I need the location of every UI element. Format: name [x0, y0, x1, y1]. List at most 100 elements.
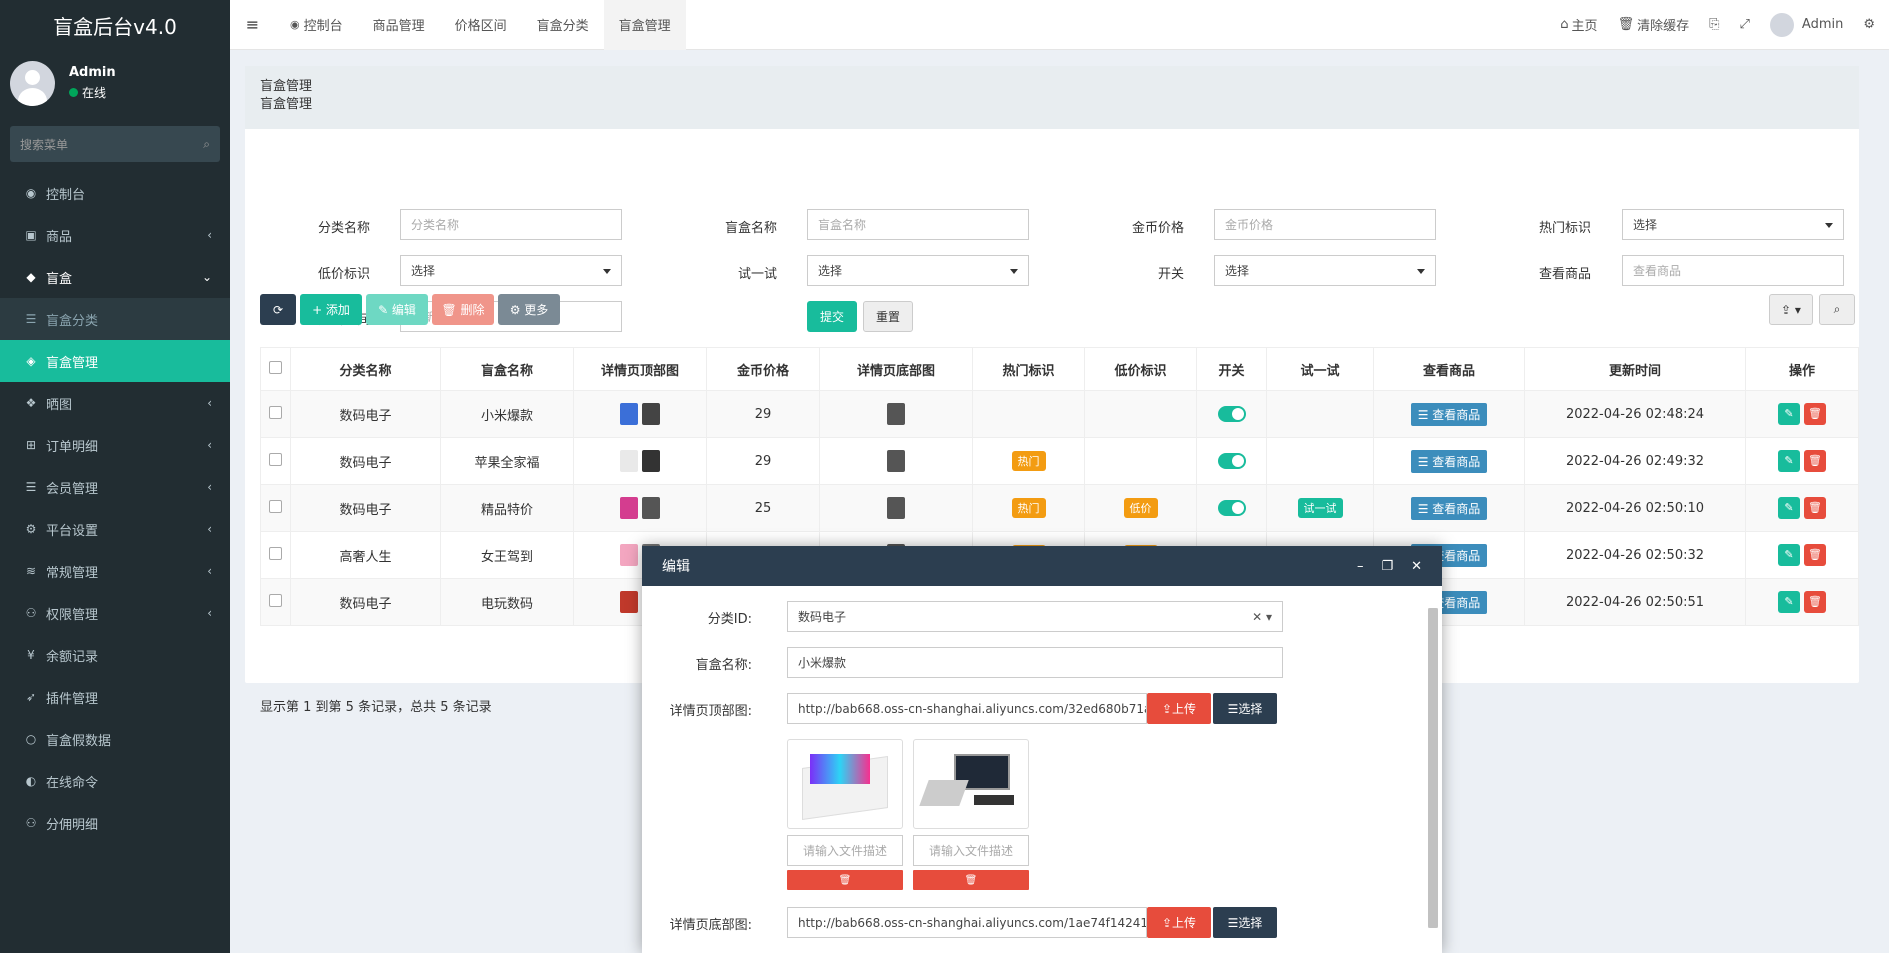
column-header[interactable]: 查看商品	[1373, 347, 1525, 391]
add-button[interactable]: + 添加	[300, 294, 362, 325]
cell-bottom-image[interactable]	[819, 390, 973, 438]
column-header[interactable]: 盲盒名称	[440, 347, 574, 391]
sidebar-item-15[interactable]: ⚇ 分佣明细	[0, 802, 230, 844]
low-price-select[interactable]: 选择	[400, 255, 622, 286]
more-button[interactable]: ⚙ 更多	[498, 294, 560, 325]
upload-top-button[interactable]: ⇪ 上传	[1147, 693, 1211, 724]
sidebar-item-0[interactable]: ◉ 控制台	[0, 172, 230, 214]
user-menu[interactable]: Admin	[1760, 12, 1853, 37]
clear-cache-button[interactable]: 🗑 清除缓存	[1608, 15, 1700, 34]
search-icon[interactable]: ⌕	[203, 137, 210, 152]
tab-box-manage[interactable]: 盲盒管理	[603, 0, 686, 50]
preview-image-2[interactable]	[913, 739, 1029, 829]
export-button[interactable]: ⇪ ▾	[1769, 294, 1813, 325]
edit-row-button[interactable]: ✎	[1778, 497, 1800, 519]
thumbnail-image[interactable]	[620, 450, 638, 472]
view-goods-button[interactable]: ☰ 查看商品	[1410, 496, 1488, 520]
sidebar-item-3[interactable]: ☰ 盲盒分类	[0, 298, 230, 340]
cell-top-image[interactable]	[573, 437, 707, 485]
sidebar-item-8[interactable]: ⚙ 平台设置 ‹	[0, 508, 230, 550]
hot-flag-select[interactable]: 选择	[1622, 209, 1844, 240]
try-select[interactable]: 选择	[807, 255, 1029, 286]
row-checkbox[interactable]	[260, 390, 291, 438]
sidebar-item-1[interactable]: ▣ 商品 ‹	[0, 214, 230, 256]
maximize-icon[interactable]: ❐	[1381, 559, 1393, 574]
sidebar-item-4[interactable]: ◈ 盲盒管理	[0, 340, 230, 382]
edit-row-button[interactable]: ✎	[1778, 403, 1800, 425]
delete-row-button[interactable]: 🗑	[1804, 591, 1826, 613]
sidebar-item-14[interactable]: ◐ 在线命令	[0, 760, 230, 802]
edit-row-button[interactable]: ✎	[1778, 450, 1800, 472]
thumbnail-image[interactable]	[642, 450, 660, 472]
choose-bottom-button[interactable]: ☰ 选择	[1213, 907, 1277, 938]
cell-bottom-image[interactable]	[819, 437, 973, 485]
preview-image-1[interactable]	[787, 739, 903, 829]
menu-toggle-icon[interactable]: ≡	[230, 15, 275, 34]
column-header[interactable]: 操作	[1745, 347, 1859, 391]
delete-image-2-button[interactable]: 🗑	[913, 870, 1029, 890]
column-header[interactable]: 低价标识	[1084, 347, 1197, 391]
file-description-input-2[interactable]: 请输入文件描述	[913, 835, 1029, 866]
choose-top-button[interactable]: ☰ 选择	[1213, 693, 1277, 724]
cell-bottom-image[interactable]	[819, 484, 973, 532]
column-header[interactable]: 金币价格	[706, 347, 820, 391]
home-link[interactable]: ⌂ 主页	[1550, 15, 1607, 34]
modal-scrollbar[interactable]	[1428, 608, 1438, 928]
tab-dashboard[interactable]: ◉ 控制台	[275, 0, 358, 50]
file-description-input-1[interactable]: 请输入文件描述	[787, 835, 903, 866]
switch-toggle[interactable]	[1217, 500, 1246, 516]
column-header[interactable]: 热门标识	[972, 347, 1085, 391]
column-header[interactable]: 试一试	[1266, 347, 1374, 391]
upload-bottom-button[interactable]: ⇪ 上传	[1147, 907, 1211, 938]
column-header[interactable]: 分类名称	[290, 347, 441, 391]
sidebar-item-9[interactable]: ≋ 常规管理 ‹	[0, 550, 230, 592]
thumbnail-image[interactable]	[620, 544, 638, 566]
sidebar-item-13[interactable]: ○ 盲盒假数据	[0, 718, 230, 760]
bottom-image-url-input[interactable]: http://bab668.oss-cn-shanghai.aliyuncs.c…	[787, 907, 1147, 938]
sidebar-search-input[interactable]: 搜索菜单 ⌕	[10, 126, 220, 162]
thumbnail-image[interactable]	[620, 403, 638, 425]
cell-top-image[interactable]	[573, 390, 707, 438]
thumbnail-image[interactable]	[887, 403, 905, 425]
table-row[interactable]: 数码电子 小米爆款 29 ☰ 查看商品 2022-04-26 02:48:24 ✎ 🗑	[260, 390, 1859, 438]
switch-toggle[interactable]	[1217, 406, 1246, 422]
sidebar-item-2[interactable]: ◆ 盲盒 ⌄	[0, 256, 230, 298]
view-goods-input[interactable]: 查看商品	[1622, 255, 1844, 286]
row-checkbox[interactable]	[260, 437, 291, 485]
edit-row-button[interactable]: ✎	[1778, 591, 1800, 613]
tab-box-category[interactable]: 盲盒分类	[522, 0, 604, 50]
switch-select[interactable]: 选择	[1214, 255, 1436, 286]
edit-row-button[interactable]: ✎	[1778, 544, 1800, 566]
sidebar-item-10[interactable]: ⚇ 权限管理 ‹	[0, 592, 230, 634]
select-all-checkbox[interactable]	[260, 347, 291, 391]
view-goods-button[interactable]: ☰ 查看商品	[1410, 402, 1488, 426]
refresh-button[interactable]: ⟳	[260, 294, 296, 325]
delete-row-button[interactable]: 🗑	[1804, 497, 1826, 519]
column-header[interactable]: 开关	[1196, 347, 1267, 391]
fullscreen-icon[interactable]: ⤢	[1730, 17, 1760, 32]
tab-price-range[interactable]: 价格区间	[440, 0, 522, 50]
thumbnail-image[interactable]	[887, 450, 905, 472]
thumbnail-image[interactable]	[642, 497, 660, 519]
close-icon[interactable]: ✕	[1411, 559, 1422, 574]
column-header[interactable]: 更新时间	[1524, 347, 1746, 391]
delete-row-button[interactable]: 🗑	[1804, 544, 1826, 566]
delete-image-1-button[interactable]: 🗑	[787, 870, 903, 890]
app-logo[interactable]: 盲盒后台v4.0	[0, 0, 230, 50]
column-header[interactable]: 详情页底部图	[819, 347, 973, 391]
reset-button[interactable]: 重置	[863, 301, 913, 332]
view-goods-button[interactable]: ☰ 查看商品	[1410, 449, 1488, 473]
edit-button[interactable]: ✎ 编辑	[366, 294, 428, 325]
clear-icon[interactable]: ✕ ▾	[1252, 610, 1272, 624]
sidebar-item-12[interactable]: ➶ 插件管理	[0, 676, 230, 718]
minimize-icon[interactable]: –	[1357, 559, 1364, 574]
sidebar-item-6[interactable]: ⊞ 订单明细 ‹	[0, 424, 230, 466]
delete-button[interactable]: 🗑 删除	[432, 294, 494, 325]
coin-price-input[interactable]: 金币价格	[1214, 209, 1436, 240]
category-id-select[interactable]: 数码电子 ✕ ▾	[787, 601, 1283, 632]
box-name-input[interactable]: 盲盒名称	[807, 209, 1029, 240]
delete-row-button[interactable]: 🗑	[1804, 403, 1826, 425]
thumbnail-image[interactable]	[887, 497, 905, 519]
search-toggle-button[interactable]: ⌕	[1819, 294, 1855, 325]
sidebar-item-5[interactable]: ❖ 晒图 ‹	[0, 382, 230, 424]
